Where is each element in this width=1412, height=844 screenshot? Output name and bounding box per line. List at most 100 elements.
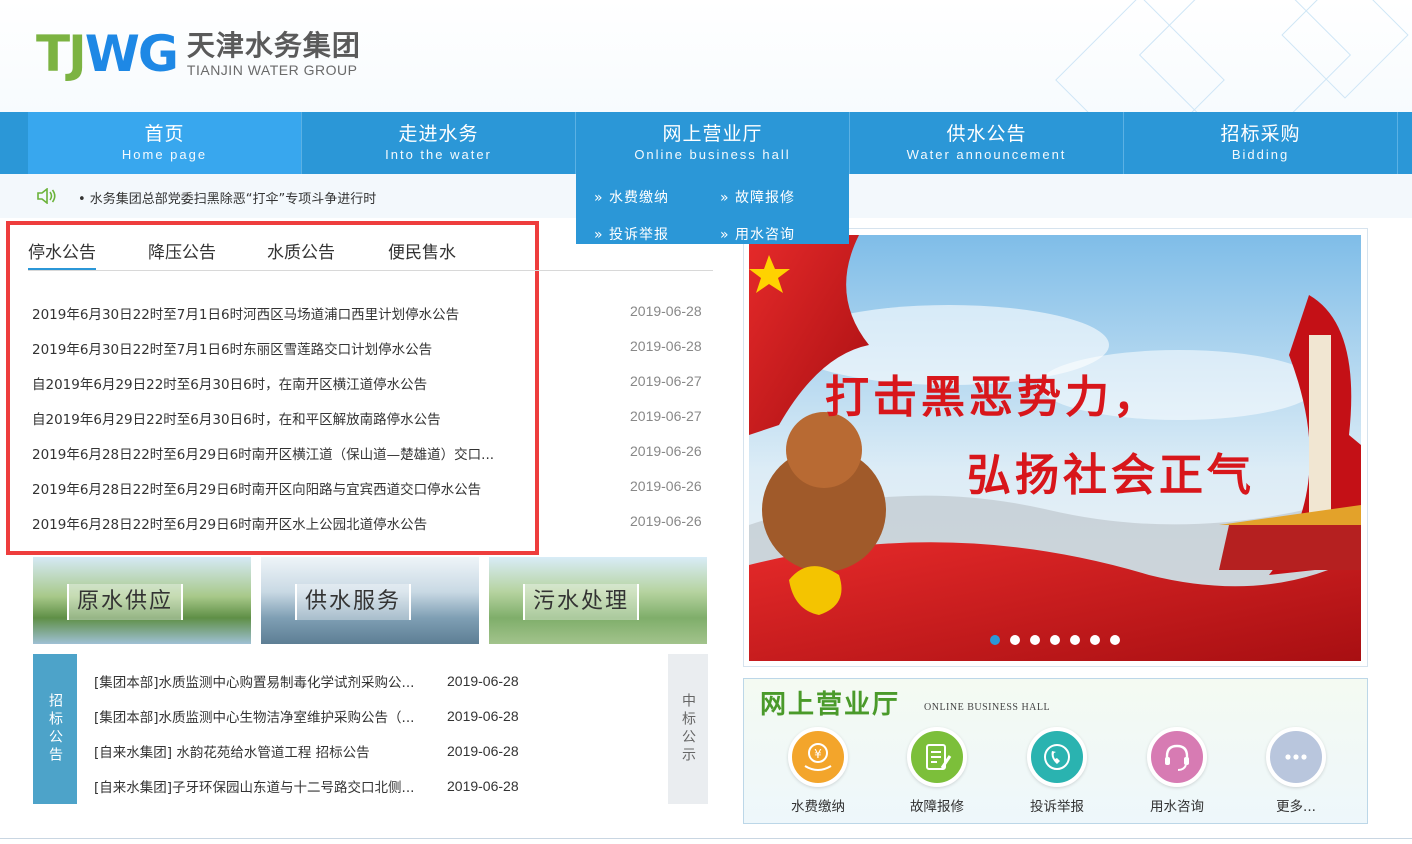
- speaker-icon: [37, 188, 56, 204]
- news-item[interactable]: 自2019年6月29日22时至6月30日6时，在和平区解放南路停水公告 2019…: [32, 408, 712, 432]
- news-date: 2019-06-26: [630, 478, 702, 494]
- nav-label-en: Water announcement: [906, 147, 1067, 162]
- nav-item-about[interactable]: 走进水务 Into the water: [302, 112, 576, 174]
- news-date: 2019-06-26: [630, 513, 702, 529]
- dropdown-item-repair[interactable]: » 故障报修: [720, 187, 795, 207]
- thumb-raw-water[interactable]: 原水供应: [33, 557, 251, 644]
- news-title[interactable]: 自2019年6月29日22时至6月30日6时，在南开区横江道停水公告: [32, 373, 512, 393]
- dropdown-label: 投诉举报: [609, 227, 670, 243]
- tab-water-sales[interactable]: 便民售水: [388, 238, 456, 263]
- service-label: 更多...: [1276, 799, 1316, 815]
- svg-text:¥: ¥: [814, 747, 822, 761]
- nav-item-announcement[interactable]: 供水公告 Water announcement: [850, 112, 1124, 174]
- tab-water-quality[interactable]: 水质公告: [267, 238, 335, 263]
- news-title[interactable]: 2019年6月30日22时至7月1日6时河西区马场道浦口西里计划停水公告: [32, 303, 512, 323]
- banner-slogan-1: 打击黑恶势力，: [825, 372, 1161, 423]
- dropdown-label: 故障报修: [735, 190, 796, 206]
- news-item[interactable]: 自2019年6月29日22时至6月30日6时，在南开区横江道停水公告 2019-…: [32, 373, 712, 397]
- online-hall-dropdown: » 水费缴纳 » 故障报修 » 投诉举报 » 用水咨询: [576, 174, 849, 244]
- nav-item-bidding[interactable]: 招标采购 Bidding: [1124, 112, 1398, 174]
- service-label: 投诉举报: [1030, 799, 1084, 815]
- dropdown-label: 用水咨询: [735, 227, 796, 243]
- site-header: TJWG 天津水务集团 TIANJIN WATER GROUP: [0, 0, 1412, 112]
- bid-date: 2019-06-28: [447, 778, 519, 794]
- bid-date: 2019-06-28: [447, 673, 519, 689]
- news-title[interactable]: 2019年6月30日22时至7月1日6时东丽区雪莲路交口计划停水公告: [32, 338, 512, 358]
- bid-title[interactable]: [集团本部]水质监测中心购置易制毒化学试剂采购公...: [94, 671, 429, 691]
- banner-dot[interactable]: [1090, 635, 1100, 645]
- dropdown-label: 水费缴纳: [609, 190, 670, 206]
- banner-dot[interactable]: [1110, 635, 1120, 645]
- thumb-water-supply[interactable]: 供水服务: [261, 557, 479, 644]
- bid-title[interactable]: [集团本部]水质监测中心生物洁净室维护采购公告（...: [94, 706, 429, 726]
- service-water-fee[interactable]: ¥ 水费缴纳: [778, 727, 858, 815]
- news-title[interactable]: 2019年6月28日22时至6月29日6时南开区横江道（保山道—楚雄道）交口..…: [32, 443, 512, 463]
- news-title[interactable]: 自2019年6月29日22时至6月30日6时，在和平区解放南路停水公告: [32, 408, 512, 428]
- logo-english-name: TIANJIN WATER GROUP: [186, 62, 358, 78]
- service-label: 用水咨询: [1150, 799, 1204, 815]
- headset-icon: [1147, 727, 1207, 787]
- nav-label-en: Online business hall: [634, 147, 791, 162]
- nav-label-cn: 网上营业厅: [662, 123, 763, 145]
- nav-item-home[interactable]: 首页 Home page: [28, 112, 302, 174]
- tab-water-outage[interactable]: 停水公告: [28, 238, 96, 263]
- nav-label-en: Home page: [121, 147, 208, 162]
- service-label: 故障报修: [910, 799, 964, 815]
- news-date: 2019-06-26: [630, 443, 702, 459]
- thumb-label: 供水服务: [295, 584, 412, 620]
- site-logo[interactable]: TJWG 天津水务集团 TIANJIN WATER GROUP: [36, 26, 361, 82]
- news-item[interactable]: 2019年6月28日22时至6月29日6时南开区横江道（保山道—楚雄道）交口..…: [32, 443, 712, 467]
- dropdown-item-complaint[interactable]: » 投诉举报: [594, 224, 669, 244]
- service-repair[interactable]: 故障报修: [897, 727, 977, 815]
- logo-chinese-name: 天津水务集团: [186, 29, 361, 62]
- tab-divider: [28, 270, 713, 271]
- banner-dot[interactable]: [1010, 635, 1020, 645]
- bid-title[interactable]: [自来水集团] 水韵花苑给水管道工程 招标公告: [94, 741, 429, 761]
- bid-item[interactable]: [集团本部]水质监测中心生物洁净室维护采购公告（... 2019-06-28: [94, 706, 534, 728]
- bid-title[interactable]: [自来水集团]子牙环保园山东道与十二号路交口北侧...: [94, 776, 429, 796]
- footer-divider: [0, 838, 1412, 839]
- nav-label-cn: 走进水务: [398, 123, 479, 145]
- logo-mark-wg: WG: [84, 25, 179, 83]
- winning-bid-side-tab[interactable]: 中标公示: [668, 654, 708, 804]
- service-more[interactable]: 更多...: [1256, 727, 1336, 815]
- bidding-side-tab[interactable]: 招标公告: [33, 654, 77, 804]
- news-item[interactable]: 2019年6月28日22时至6月29日6时南开区水上公园北道停水公告 2019-…: [32, 513, 712, 537]
- banner-dot[interactable]: [1030, 635, 1040, 645]
- logo-mark-tj: TJ: [36, 25, 87, 83]
- banner-dot[interactable]: [1070, 635, 1080, 645]
- banner-slide[interactable]: 打击黑恶势力， 弘扬社会正气: [749, 235, 1361, 661]
- tab-pressure-drop[interactable]: 降压公告: [148, 238, 216, 263]
- bid-item[interactable]: [自来水集团]子牙环保园山东道与十二号路交口北侧... 2019-06-28: [94, 776, 534, 798]
- phone-complaint-icon: [1027, 727, 1087, 787]
- online-hall-en: ONLINE BUSINESS HALL: [924, 702, 1051, 713]
- dropdown-item-water-fee[interactable]: » 水费缴纳: [594, 187, 669, 207]
- logo-mark: TJWG: [36, 29, 179, 79]
- nav-label-en: Into the water: [385, 147, 492, 162]
- news-item[interactable]: 2019年6月28日22时至6月29日6时南开区向阳路与宜宾西道交口停水公告 2…: [32, 478, 712, 502]
- bid-item[interactable]: [集团本部]水质监测中心购置易制毒化学试剂采购公... 2019-06-28: [94, 671, 534, 693]
- banner-dot[interactable]: [1050, 635, 1060, 645]
- nav-label-cn: 首页: [144, 123, 185, 145]
- thumb-label: 污水处理: [523, 584, 640, 620]
- news-date: 2019-06-27: [630, 408, 702, 424]
- news-item[interactable]: 2019年6月30日22时至7月1日6时河西区马场道浦口西里计划停水公告 201…: [32, 303, 712, 327]
- news-title[interactable]: 2019年6月28日22时至6月29日6时南开区水上公园北道停水公告: [32, 513, 512, 533]
- online-hall-title: 网上营业厅: [760, 690, 901, 720]
- banner-dot[interactable]: [990, 635, 1000, 645]
- banner-pagination: [990, 635, 1120, 645]
- bid-item[interactable]: [自来水集团] 水韵花苑给水管道工程 招标公告 2019-06-28: [94, 741, 534, 763]
- nav-item-online-hall[interactable]: 网上营业厅 Online business hall: [576, 112, 850, 174]
- news-date: 2019-06-27: [630, 373, 702, 389]
- thumb-sewage[interactable]: 污水处理: [489, 557, 707, 644]
- more-icon: [1266, 727, 1326, 787]
- notice-link[interactable]: • 水务集团总部党委扫黑除恶“打伞”专项斗争进行时: [78, 188, 376, 207]
- service-consult[interactable]: 用水咨询: [1137, 727, 1217, 815]
- repair-form-icon: [907, 727, 967, 787]
- news-date: 2019-06-28: [630, 338, 702, 354]
- news-title[interactable]: 2019年6月28日22时至6月29日6时南开区向阳路与宜宾西道交口停水公告: [32, 478, 512, 498]
- dropdown-item-consult[interactable]: » 用水咨询: [720, 224, 795, 244]
- news-item[interactable]: 2019年6月30日22时至7月1日6时东丽区雪莲路交口计划停水公告 2019-…: [32, 338, 712, 362]
- active-tab-indicator: [28, 268, 96, 270]
- service-complaint[interactable]: 投诉举报: [1017, 727, 1097, 815]
